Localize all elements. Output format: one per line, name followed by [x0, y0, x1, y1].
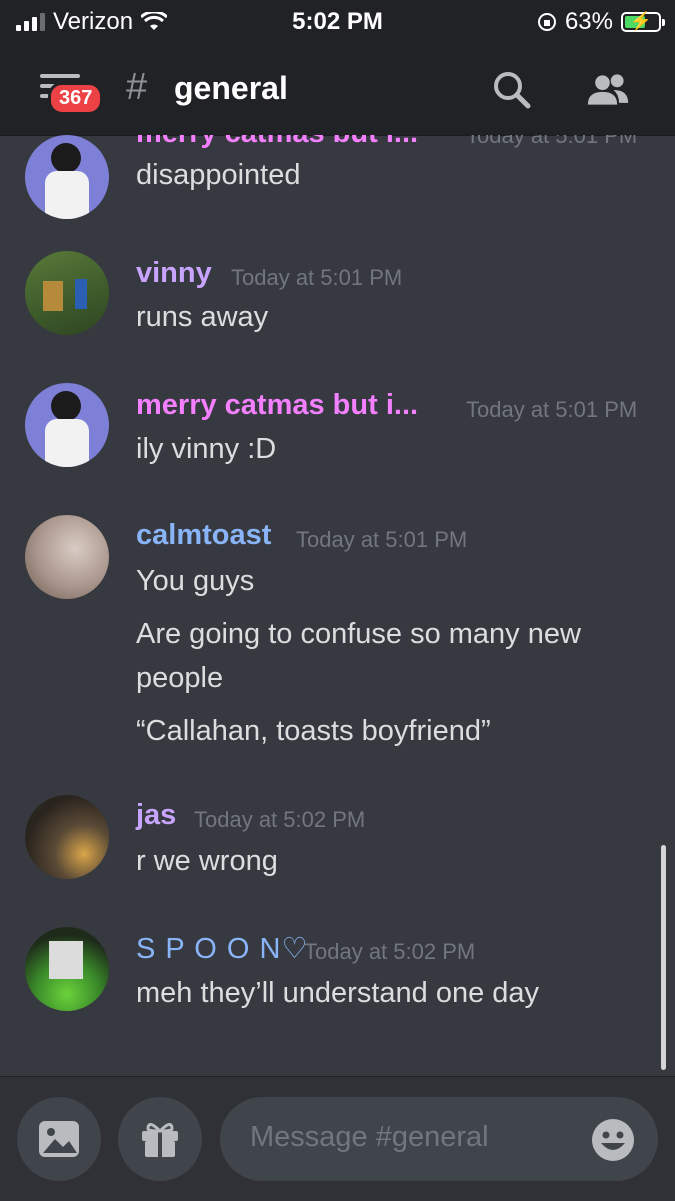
- timestamp: Today at 5:02 PM: [304, 939, 476, 964]
- timestamp: Today at 5:02 PM: [194, 807, 366, 832]
- message-placeholder: Message #general: [250, 1121, 489, 1153]
- author-name[interactable]: calmtoast: [136, 519, 271, 552]
- avatar[interactable]: [25, 383, 109, 467]
- status-bar: Verizon 5:02 PM 63% ⚡: [0, 0, 675, 44]
- avatar[interactable]: [25, 135, 109, 219]
- message-text: disappointed: [136, 159, 301, 191]
- gift-button[interactable]: [118, 1097, 202, 1181]
- message-list[interactable]: merry catmas but i... Today at 5:01 PM d…: [0, 135, 675, 1075]
- message-text: meh they’ll understand one day: [136, 977, 540, 1009]
- message-text: You guys: [136, 565, 255, 597]
- message-text: “Callahan, toasts boyfriend”: [136, 715, 491, 747]
- timestamp: Today at 5:01 PM: [466, 135, 638, 148]
- upload-image-button[interactable]: [17, 1097, 101, 1181]
- author-name[interactable]: merry catmas but i...: [136, 135, 418, 150]
- channel-hash-icon: #: [126, 66, 148, 108]
- message-input[interactable]: Message #general: [220, 1097, 658, 1181]
- battery-percent: 63%: [564, 8, 613, 35]
- author-name[interactable]: vinny: [136, 257, 212, 290]
- author-name[interactable]: jas: [136, 799, 176, 832]
- avatar[interactable]: [25, 795, 109, 879]
- timestamp: Today at 5:01 PM: [466, 397, 638, 422]
- channel-header: 367 # general: [0, 44, 675, 136]
- emoji-icon[interactable]: [590, 1117, 636, 1163]
- channel-title[interactable]: general: [174, 70, 288, 107]
- timestamp: Today at 5:01 PM: [231, 265, 403, 290]
- avatar[interactable]: [25, 515, 109, 599]
- notification-badge: 367: [48, 82, 104, 115]
- battery-icon: ⚡: [621, 11, 665, 32]
- composer-bar: Message #general: [0, 1076, 675, 1201]
- members-icon[interactable]: [586, 68, 630, 112]
- message-text: r we wrong: [136, 845, 278, 877]
- scrollbar[interactable]: [661, 845, 666, 1070]
- gift-icon: [142, 1123, 178, 1157]
- author-name[interactable]: S P O O N♡: [136, 931, 308, 966]
- battery-area: 63% ⚡: [537, 8, 665, 36]
- search-icon[interactable]: [490, 68, 534, 112]
- charging-bolt-icon: ⚡: [629, 11, 653, 31]
- author-name[interactable]: merry catmas but i...: [136, 389, 418, 422]
- message-text: runs away: [136, 301, 269, 333]
- timestamp: Today at 5:01 PM: [296, 527, 468, 552]
- message-text: Are going to confuse so many new people: [136, 618, 581, 694]
- avatar[interactable]: [25, 927, 109, 1011]
- orientation-lock-icon: [537, 13, 556, 31]
- message-text: ily vinny :D: [136, 433, 277, 465]
- avatar[interactable]: [25, 251, 109, 335]
- image-icon: [39, 1121, 79, 1157]
